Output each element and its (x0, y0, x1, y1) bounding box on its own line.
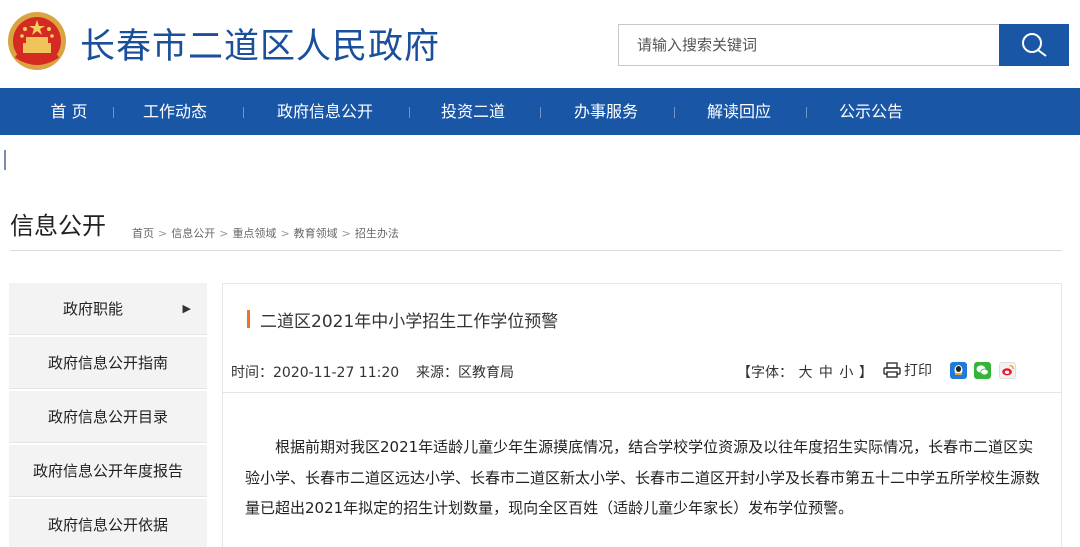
search-box (618, 24, 1000, 66)
sidebar-item-info-catalog[interactable]: 政府信息公开目录 (9, 391, 207, 443)
sidebar-item-info-guide[interactable]: 政府信息公开指南 (9, 337, 207, 389)
nav-item-work-news[interactable]: 工作动态 (126, 88, 224, 135)
main-nav: 首 页 工作动态 政府信息公开 投资二道 办事服务 解读回应 公示公告 (0, 88, 1080, 135)
sidebar-item-annual-report[interactable]: 政府信息公开年度报告 (9, 445, 207, 497)
national-emblem-icon (8, 12, 66, 70)
article-title: 二道区2021年中小学招生工作学位预警 (260, 312, 559, 332)
font-size-control: 【字体： 大 中 小 】 (737, 362, 873, 382)
print-label: 打印 (904, 363, 932, 379)
edge-marker (4, 150, 6, 170)
breadcrumb-separator: > (158, 227, 168, 240)
search-button[interactable] (999, 24, 1069, 66)
weibo-icon[interactable] (999, 362, 1016, 379)
sidebar-item-label: 政府信息公开目录 (47, 408, 168, 426)
sidebar-item-info-basis[interactable]: 政府信息公开依据 (9, 499, 207, 547)
nav-item-home[interactable]: 首 页 (30, 88, 108, 135)
site-title[interactable]: 长春市二道区人民政府 (80, 18, 440, 69)
article-time: 时间：2020-11-27 11:20 (231, 365, 400, 381)
site-header: 长春市二道区人民政府 (0, 0, 1080, 88)
nav-item-gov-info[interactable]: 政府信息公开 (258, 88, 392, 135)
font-size-large[interactable]: 大 (798, 365, 812, 381)
meta-divider (223, 392, 1061, 393)
print-button[interactable]: 打印 (883, 360, 932, 380)
font-size-small[interactable]: 小 (839, 365, 853, 381)
sidebar-item-label: 政府信息公开依据 (47, 516, 168, 534)
breadcrumb-key-areas[interactable]: 重点领域 (232, 227, 276, 240)
nav-separator (806, 107, 807, 118)
article-source: 来源：区教育局 (416, 365, 514, 381)
sidebar-item-label: 政府信息公开年度报告 (32, 462, 183, 480)
breadcrumb-home[interactable]: 首页 (132, 227, 154, 240)
section-title: 信息公开 (10, 212, 106, 240)
sidebar-item-label: 政府职能 (62, 300, 123, 318)
nav-item-announcements[interactable]: 公示公告 (821, 88, 921, 135)
sidebar: 政府职能 ▶ 政府信息公开指南 政府信息公开目录 政府信息公开年度报告 政府信息… (9, 283, 207, 547)
breadcrumb-info-open[interactable]: 信息公开 (171, 227, 215, 240)
nav-separator (409, 107, 410, 118)
font-size-medium[interactable]: 中 (819, 365, 833, 381)
nav-separator (243, 107, 244, 118)
nav-item-services[interactable]: 办事服务 (556, 88, 656, 135)
nav-item-interpretation[interactable]: 解读回应 (689, 88, 789, 135)
sidebar-item-gov-functions[interactable]: 政府职能 ▶ (9, 283, 207, 335)
breadcrumb-separator: > (341, 227, 351, 240)
nav-item-investment[interactable]: 投资二道 (424, 88, 522, 135)
wechat-icon[interactable] (974, 362, 991, 379)
sidebar-item-label: 政府信息公开指南 (47, 354, 168, 372)
caret-right-icon: ▶ (182, 302, 191, 315)
breadcrumb-education[interactable]: 教育领域 (294, 227, 338, 240)
nav-separator (674, 107, 675, 118)
breadcrumb-enrollment[interactable]: 招生办法 (355, 227, 399, 240)
search-icon (1022, 33, 1047, 57)
font-size-prefix: 【字体： (737, 365, 793, 381)
printer-icon (883, 362, 901, 378)
font-size-suffix: 】 (858, 365, 873, 381)
breadcrumb: 首页 > 信息公开 > 重点领域 > 教育领域 > 招生办法 (132, 225, 399, 241)
article-panel: 二道区2021年中小学招生工作学位预警 时间：2020-11-27 11:20 … (222, 283, 1062, 547)
breadcrumb-separator: > (280, 227, 290, 240)
section-divider (10, 250, 1062, 251)
search-input[interactable] (619, 25, 1000, 65)
breadcrumb-separator: > (219, 227, 229, 240)
qq-icon[interactable] (950, 362, 967, 379)
title-accent-bar (247, 310, 250, 328)
article-body: 根据前期对我区2021年适龄儿童少年生源摸底情况，结合学校学位资源及以往年度招生… (245, 438, 1041, 517)
nav-separator (113, 107, 114, 118)
nav-separator (540, 107, 541, 118)
